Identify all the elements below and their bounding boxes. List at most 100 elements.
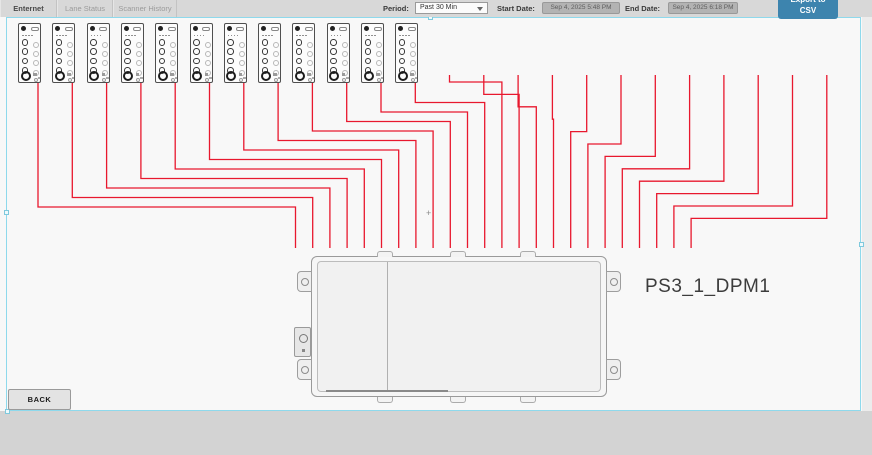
device-port-circle-icon (193, 58, 200, 65)
selection-handle-left[interactable] (4, 210, 9, 215)
dpm-mount-ear (297, 271, 312, 292)
selection-handle-right[interactable] (859, 242, 864, 247)
dpm-bottom-tab (520, 397, 536, 403)
scanner-device[interactable] (18, 23, 41, 83)
device-display-icon (408, 27, 416, 32)
device-main-port-icon (364, 71, 374, 81)
scanner-device[interactable] (361, 23, 384, 83)
device-port-circle-icon (193, 39, 200, 46)
device-small-ring-icon (205, 78, 209, 82)
device-small-ring-icon (377, 78, 381, 82)
device-port-circle-dim-icon (410, 42, 416, 48)
device-dip-dot-icon (368, 35, 370, 37)
device-port-circle-icon (56, 48, 63, 55)
device-chip-icon (67, 73, 71, 77)
period-select[interactable]: Past 30 Min (415, 2, 488, 14)
device-port-circle-icon (124, 39, 131, 46)
device-port-circle-icon (399, 58, 406, 65)
device-dip-dot-icon (374, 35, 376, 37)
device-main-port-icon (89, 71, 99, 81)
period-value: Past 30 Min (420, 4, 457, 11)
device-port-circle-icon (159, 39, 166, 46)
device-chip-icon (342, 73, 346, 77)
device-port-circle-dim-icon (205, 51, 211, 57)
device-small-ring-icon (274, 78, 278, 82)
device-port-circle-dim-icon (136, 51, 142, 57)
device-display-icon (202, 27, 210, 32)
device-port-circle-dim-icon (102, 60, 108, 66)
dpm-label: PS3_1_DPM1 (645, 276, 770, 298)
device-port-circle-dim-icon (33, 60, 39, 66)
device-dip-dot-icon (65, 35, 67, 37)
device-small-ring-icon (411, 78, 415, 82)
device-power-dot-icon (90, 26, 95, 31)
device-port-circle-icon (330, 48, 337, 55)
scanner-device[interactable] (155, 23, 178, 83)
device-port-circle-icon (262, 58, 269, 65)
scanner-device[interactable] (224, 23, 247, 83)
device-port-circle-dim-icon (136, 42, 142, 48)
device-dip-dot-icon (334, 35, 336, 37)
bottom-strip (0, 411, 872, 455)
device-dip-dot-icon (299, 35, 301, 37)
device-power-dot-icon (227, 26, 232, 31)
device-display-icon (31, 27, 39, 32)
device-dip-dot-icon (91, 35, 93, 37)
scanner-device[interactable] (395, 23, 418, 83)
device-dip-dot-icon (59, 35, 61, 37)
device-port-circle-dim-icon (33, 42, 39, 48)
device-chip-icon (175, 77, 178, 80)
device-port-circle-dim-icon (307, 51, 313, 57)
device-display-icon (133, 27, 141, 32)
device-power-dot-icon (55, 26, 60, 31)
dpm-top-tab (377, 251, 393, 257)
scanner-device[interactable] (121, 23, 144, 83)
device-port-circle-icon (22, 48, 29, 55)
device-dip-dot-icon (56, 35, 58, 37)
device-dip-dot-icon (271, 35, 273, 37)
device-port-circle-icon (365, 39, 372, 46)
device-main-port-icon (398, 71, 408, 81)
device-small-ring-icon (136, 78, 140, 82)
device-port-circle-icon (399, 39, 406, 46)
device-display-icon (374, 27, 382, 32)
device-port-circle-icon (22, 58, 29, 65)
tab-lane-status[interactable]: Lane Status (57, 0, 113, 17)
device-port-circle-dim-icon (342, 60, 348, 66)
device-chip-icon (106, 77, 109, 80)
back-button[interactable]: BACK (8, 389, 71, 410)
device-dip-dot-icon (62, 35, 64, 37)
end-date-input[interactable]: Sep 4, 2025 6:18 PM (668, 2, 738, 14)
export-csv-button[interactable]: Export to CSV (778, 0, 838, 19)
device-dip-dot-icon (197, 35, 199, 37)
toolbar: Enternet Lane Status Scanner History Per… (0, 0, 872, 17)
device-power-dot-icon (124, 26, 129, 31)
scanner-device[interactable] (258, 23, 281, 83)
device-port-circle-dim-icon (239, 51, 245, 57)
device-port-circle-dim-icon (136, 60, 142, 66)
device-port-circle-dim-icon (239, 60, 245, 66)
device-chip-icon (410, 73, 414, 77)
device-port-circle-dim-icon (170, 51, 176, 57)
dpm-bottom-tab (450, 397, 466, 403)
device-port-circle-icon (159, 48, 166, 55)
device-dip-dot-icon (302, 35, 304, 37)
tab-enternet[interactable]: Enternet (0, 0, 57, 17)
device-chip-icon (33, 73, 37, 77)
device-dip-dot-icon (262, 35, 264, 37)
device-dip-dot-icon (405, 35, 407, 37)
scanner-device[interactable] (327, 23, 350, 83)
tab-scanner-history[interactable]: Scanner History (113, 0, 177, 17)
scanner-device[interactable] (190, 23, 213, 83)
device-dip-dot-icon (371, 35, 373, 37)
device-power-dot-icon (21, 26, 26, 31)
device-chip-icon (307, 73, 311, 77)
device-small-ring-icon (34, 78, 38, 82)
device-port-circle-icon (227, 39, 234, 46)
scanner-device[interactable] (52, 23, 75, 83)
scanner-device[interactable] (292, 23, 315, 83)
device-dip-dot-icon (365, 35, 367, 37)
device-chip-icon (415, 77, 418, 80)
scanner-device[interactable] (87, 23, 110, 83)
start-date-input[interactable]: Sep 4, 2025 5:48 PM (542, 2, 620, 14)
